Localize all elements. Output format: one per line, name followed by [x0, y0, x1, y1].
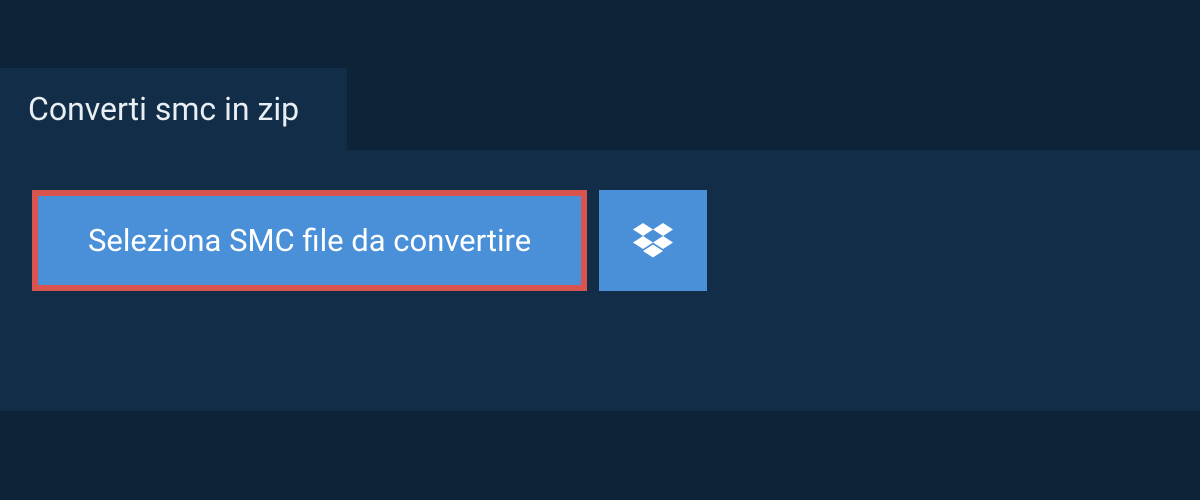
button-row: Seleziona SMC file da convertire: [32, 190, 1168, 291]
tab-convert[interactable]: Converti smc in zip: [0, 68, 347, 150]
conversion-panel: Seleziona SMC file da convertire: [0, 150, 1200, 411]
select-file-label: Seleziona SMC file da convertire: [88, 222, 531, 259]
dropbox-button[interactable]: [599, 190, 707, 291]
select-file-button[interactable]: Seleziona SMC file da convertire: [32, 190, 587, 291]
dropbox-icon: [633, 223, 673, 259]
tab-bar: Converti smc in zip: [0, 0, 1200, 150]
tab-label: Converti smc in zip: [28, 90, 299, 128]
